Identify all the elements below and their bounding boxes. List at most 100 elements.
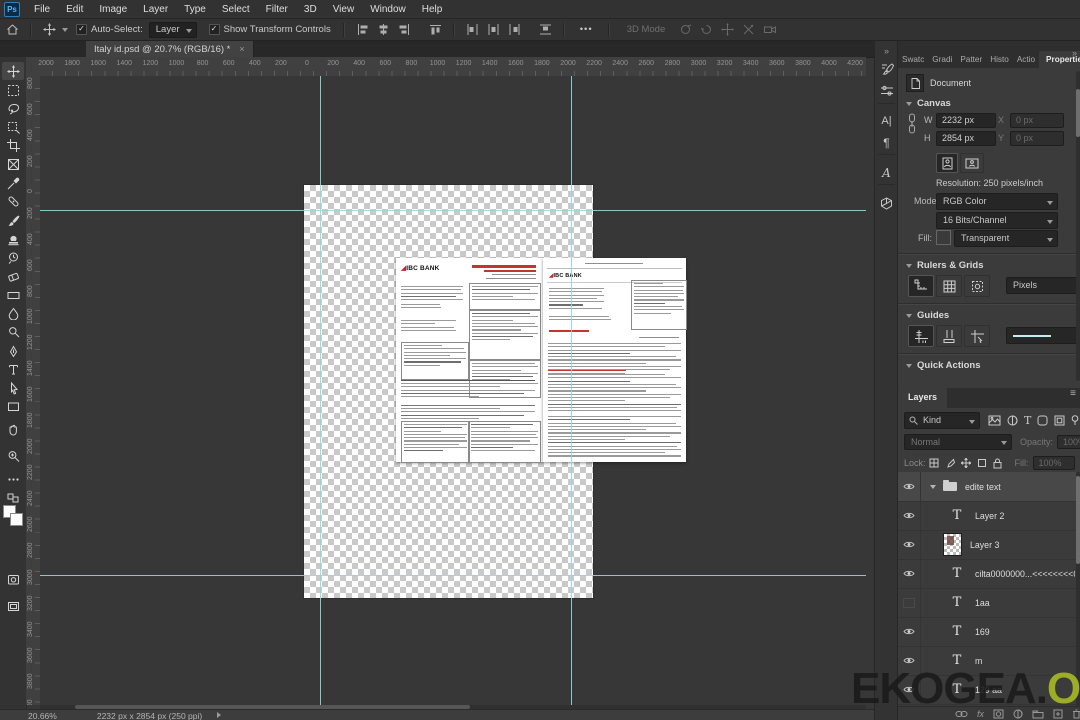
rectangle-tool[interactable] bbox=[2, 397, 24, 415]
tab-swatches[interactable]: Swatc bbox=[898, 51, 928, 68]
layer-name[interactable]: 169 bbox=[975, 627, 990, 637]
horizontal-ruler[interactable]: 2000 1800 1600 1400 1200 1000 800 600 400 200 0 200… bbox=[26, 57, 866, 77]
layer-name[interactable]: cilta0000000...<<<<<<<<0 d bbox=[975, 569, 1075, 579]
photoshop-logo[interactable]: Ps bbox=[4, 1, 20, 17]
lock-artboard-icon[interactable] bbox=[977, 458, 987, 468]
filter-type-layers-icon[interactable]: T bbox=[1024, 414, 1031, 427]
eraser-tool[interactable] bbox=[2, 267, 24, 285]
menu-file[interactable]: File bbox=[26, 4, 58, 15]
orientation-landscape-button[interactable] bbox=[960, 153, 984, 173]
layer-row[interactable]: T cilta0000000...<<<<<<<<0 d bbox=[898, 559, 1076, 589]
3d-pan-icon[interactable] bbox=[721, 23, 735, 36]
show-transform-checkbox[interactable] bbox=[208, 24, 220, 35]
status-options-chevron-icon[interactable] bbox=[217, 712, 222, 718]
3d-orbit-icon[interactable] bbox=[679, 23, 692, 36]
width-field[interactable]: 2232 px bbox=[936, 113, 996, 128]
canvas-section-header[interactable]: Canvas bbox=[906, 98, 951, 109]
menu-help[interactable]: Help bbox=[414, 4, 451, 15]
preset-chevron-icon[interactable] bbox=[62, 27, 68, 32]
move-tool-preset-icon[interactable] bbox=[43, 23, 56, 36]
filter-adjustment-layers-icon[interactable] bbox=[1007, 415, 1018, 426]
properties-scrollbar-thumb[interactable] bbox=[1076, 89, 1080, 137]
menu-image[interactable]: Image bbox=[91, 4, 135, 15]
menu-edit[interactable]: Edit bbox=[58, 4, 91, 15]
eyedropper-tool[interactable] bbox=[2, 174, 24, 192]
collapse-panels-icon[interactable]: » bbox=[1072, 43, 1077, 61]
align-center-horizontal-icon[interactable] bbox=[377, 23, 390, 36]
3d-camera-icon[interactable] bbox=[763, 23, 777, 36]
guides-section-header[interactable]: Guides bbox=[906, 310, 949, 321]
character-panel-icon[interactable]: A| bbox=[875, 111, 898, 131]
pen-tool[interactable] bbox=[2, 342, 24, 360]
guide-layout-button[interactable] bbox=[936, 325, 962, 347]
x-field[interactable]: 0 px bbox=[1010, 113, 1064, 128]
tab-layers[interactable]: Layers bbox=[898, 388, 948, 408]
visibility-eye-icon[interactable] bbox=[898, 559, 921, 588]
auto-select-target-dropdown[interactable]: Layer bbox=[148, 21, 197, 38]
close-tab-icon[interactable]: × bbox=[239, 44, 244, 54]
adjustments-panel-icon[interactable] bbox=[875, 81, 898, 101]
fill-swatch[interactable] bbox=[936, 230, 951, 245]
align-left-icon[interactable] bbox=[356, 23, 369, 36]
move-tool[interactable] bbox=[2, 62, 24, 80]
filter-shape-layers-icon[interactable] bbox=[1037, 415, 1048, 426]
hand-tool[interactable] bbox=[2, 420, 24, 438]
group-expand-chevron-icon[interactable] bbox=[930, 484, 936, 489]
guide-horizontal-top[interactable] bbox=[40, 210, 866, 211]
align-top-icon[interactable] bbox=[429, 23, 442, 36]
more-options-icon[interactable]: ••• bbox=[580, 24, 593, 35]
guide-vertical-right[interactable] bbox=[571, 76, 572, 705]
glyphs-panel-icon[interactable]: A bbox=[875, 163, 898, 183]
crop-tool[interactable] bbox=[2, 136, 24, 154]
toggle-rulers-button[interactable] bbox=[908, 275, 934, 297]
distribute-right-icon[interactable] bbox=[508, 23, 521, 36]
clone-stamp-tool[interactable] bbox=[2, 230, 24, 248]
orientation-portrait-button[interactable] bbox=[936, 153, 958, 173]
lock-transparency-icon[interactable] bbox=[929, 458, 939, 468]
visibility-eye-empty[interactable] bbox=[898, 588, 921, 617]
edit-toolbar-icon[interactable] bbox=[2, 470, 24, 488]
mode-select[interactable]: RGB Color bbox=[936, 193, 1058, 210]
layer-fill-field[interactable]: 100% bbox=[1032, 456, 1075, 470]
tab-actions[interactable]: Actio bbox=[1013, 51, 1039, 68]
foreground-background-swatches[interactable] bbox=[3, 505, 23, 527]
link-dimensions-icon[interactable] bbox=[908, 113, 916, 135]
menu-type[interactable]: Type bbox=[176, 4, 214, 15]
frame-tool[interactable] bbox=[2, 155, 24, 173]
toggle-guides-button[interactable] bbox=[908, 325, 934, 347]
layer-name[interactable]: Layer 2 bbox=[975, 511, 1004, 521]
menu-filter[interactable]: Filter bbox=[258, 4, 296, 15]
3d-slide-icon[interactable] bbox=[742, 23, 755, 36]
layer-row[interactable]: T Layer 2 bbox=[898, 501, 1076, 531]
layer-filter-kind-select[interactable]: Kind bbox=[904, 412, 980, 429]
visibility-eye-icon[interactable] bbox=[898, 501, 921, 530]
quick-actions-section-header[interactable]: Quick Actions bbox=[906, 360, 981, 371]
menu-select[interactable]: Select bbox=[214, 4, 258, 15]
tab-history[interactable]: Histo bbox=[986, 51, 1013, 68]
layer-name[interactable]: edite text bbox=[965, 482, 1001, 492]
toggle-grid-button[interactable] bbox=[936, 275, 962, 297]
screen-mode-icon[interactable] bbox=[2, 597, 24, 615]
properties-scrollbar[interactable] bbox=[1076, 71, 1080, 381]
statement-page-2[interactable]: ◢IBC BANK bbox=[543, 258, 687, 462]
guide-color-select[interactable] bbox=[1006, 327, 1080, 344]
collapse-dock-icon[interactable]: » bbox=[875, 41, 898, 61]
layers-panel-menu-icon[interactable]: ≡ bbox=[1070, 388, 1080, 408]
lasso-tool[interactable] bbox=[2, 99, 24, 117]
layers-scrollbar-thumb[interactable] bbox=[1076, 476, 1080, 564]
zoom-tool[interactable] bbox=[2, 447, 24, 465]
quick-mask-icon[interactable] bbox=[2, 570, 24, 588]
menu-3d[interactable]: 3D bbox=[296, 4, 325, 15]
zoom-level[interactable]: 20.66% bbox=[28, 711, 57, 720]
filter-pixel-layers-icon[interactable] bbox=[988, 415, 1001, 426]
filter-smart-objects-icon[interactable] bbox=[1054, 415, 1065, 426]
ruler-units-select[interactable]: Pixels bbox=[1006, 277, 1080, 294]
guide-horizontal-bottom[interactable] bbox=[40, 575, 866, 576]
dodge-tool[interactable] bbox=[2, 323, 24, 341]
y-field[interactable]: 0 px bbox=[1010, 131, 1064, 146]
path-selection-tool[interactable] bbox=[2, 379, 24, 397]
distribute-horizontal-icon[interactable] bbox=[539, 23, 552, 36]
opacity-field[interactable]: 100% bbox=[1057, 435, 1080, 449]
marquee-tool[interactable] bbox=[2, 81, 24, 99]
brush-tool[interactable] bbox=[2, 211, 24, 229]
